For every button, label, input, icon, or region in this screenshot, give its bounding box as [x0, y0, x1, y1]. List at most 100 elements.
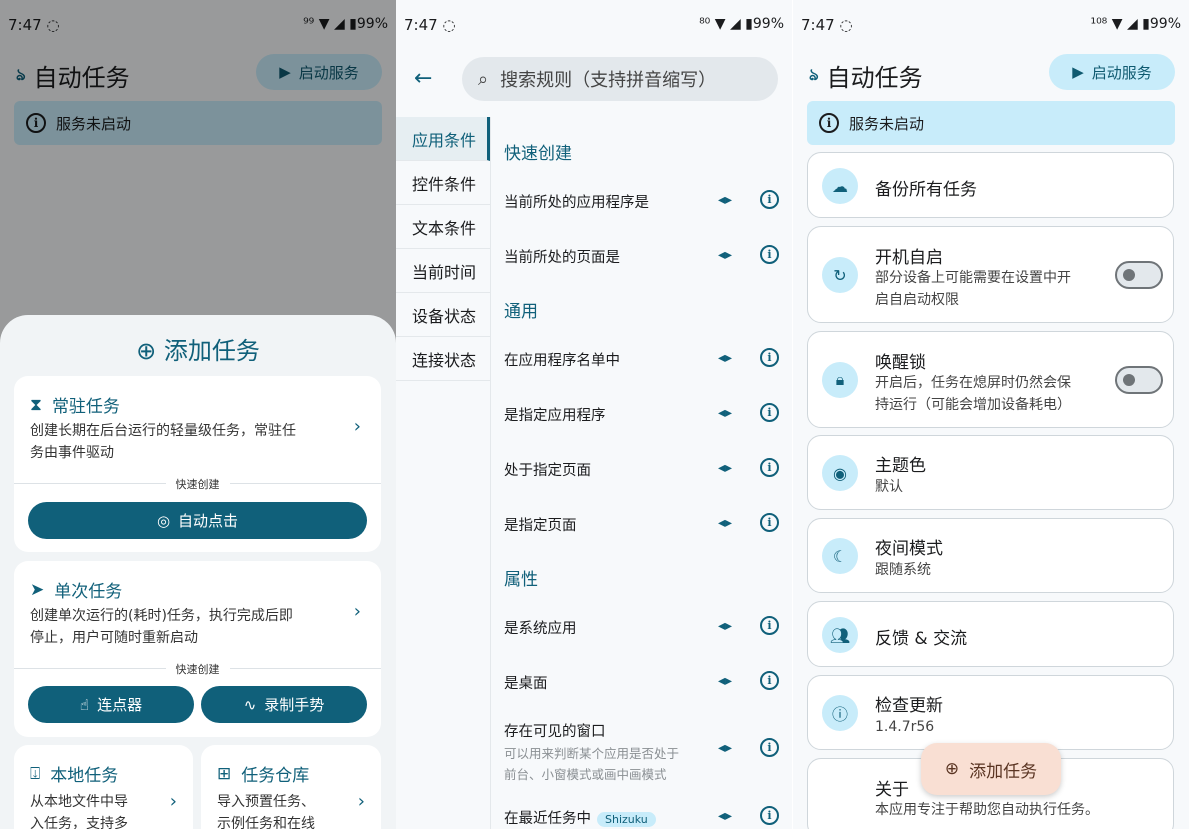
rule-on-specified-page[interactable]: 处于指定页面	[504, 459, 591, 480]
repo-desc-line2: 示例任务和在线	[217, 816, 315, 829]
task-repo-title: ⊞ 任务仓库	[217, 761, 309, 787]
category-current-time[interactable]: 当前时间	[396, 249, 490, 293]
repo-desc-line1: 导入预置任务、	[217, 794, 315, 810]
chevron-right-icon: ›	[357, 791, 365, 812]
search-rules-input[interactable]: ⌕ 搜索规则（支持拼音缩写）	[462, 57, 778, 101]
info-icon[interactable]: i	[760, 348, 779, 367]
local-task-card[interactable]: ⍗ 本地任务 从本地文件中导 入任务，支持多 ›	[14, 745, 193, 829]
status-indicators: ⁸⁰ ▼ ◢ ▮99%	[699, 16, 784, 32]
app-title: ঌ 自动任务	[809, 58, 923, 93]
rule-is-specified-app[interactable]: 是指定应用程序	[504, 404, 606, 425]
task-repo-desc: 导入预置任务、 示例任务和在线	[217, 791, 315, 829]
status-bar: 7:47 ◌ ⁸⁰ ▼ ◢ ▮99%	[396, 0, 792, 48]
add-task-fab[interactable]: ⊕ 添加任务	[921, 743, 1061, 795]
info-icon: ⓘ	[822, 695, 858, 731]
rule-current-page[interactable]: 当前所处的页面是	[504, 246, 620, 267]
rule-current-app[interactable]: 当前所处的应用程序是	[504, 191, 649, 212]
category-device-state[interactable]: 设备状态	[396, 293, 490, 337]
single-task-title: ➤ 单次任务	[30, 577, 122, 603]
resident-task-card[interactable]: ⧗ 常驻任务 创建长期在后台运行的轻量级任务，常驻任 务由事件驱动 › 快速创建…	[14, 376, 381, 552]
service-status-banner: i 服务未启动	[807, 101, 1175, 145]
start-service-label: 启动服务	[1091, 63, 1152, 82]
start-service-button[interactable]: ▶ 启动服务	[1049, 54, 1175, 90]
rule-in-recents[interactable]: 在最近任务中 Shizuku	[504, 807, 656, 828]
info-icon[interactable]: i	[760, 616, 779, 635]
info-icon[interactable]: i	[760, 513, 779, 532]
chevron-right-icon: ›	[353, 416, 361, 437]
backup-all-tasks-item[interactable]: ☁ 备份所有任务	[807, 152, 1174, 218]
rule-visible-window-sub2: 前台、小窗模式或画中画模式	[504, 767, 667, 782]
info-icon: i	[819, 113, 839, 133]
back-arrow-icon[interactable]: ←	[414, 66, 432, 91]
wakelock-sub-line1: 开启后，任务在熄屏时仍然会保	[875, 375, 1071, 391]
service-status-text: 服务未启动	[849, 114, 925, 133]
swap-icon[interactable]: ◂▸	[718, 515, 732, 531]
swap-icon[interactable]: ◂▸	[718, 405, 732, 421]
feedback-item[interactable]: 👥︎ 反馈 & 交流	[807, 601, 1174, 667]
autostart-item[interactable]: ↻ 开机自启 部分设备上可能需要在设置中开 启自启动权限	[807, 226, 1174, 323]
rule-in-app-list[interactable]: 在应用程序名单中	[504, 349, 620, 370]
rule-visible-window-title: 存在可见的窗口	[504, 724, 606, 740]
rule-is-launcher[interactable]: 是桌面	[504, 672, 548, 693]
category-widget-conditions[interactable]: 控件条件	[396, 161, 490, 205]
category-text-conditions[interactable]: 文本条件	[396, 205, 490, 249]
night-mode-title: 夜间模式	[875, 539, 943, 559]
palette-icon: ◉	[822, 455, 858, 491]
info-icon[interactable]: i	[760, 806, 779, 825]
wakelock-item[interactable]: 🔒︎ 唤醒锁 开启后，任务在熄屏时仍然会保 持运行（可能会增加设备耗电）	[807, 331, 1174, 428]
info-icon[interactable]: i	[760, 190, 779, 209]
swap-icon[interactable]: ◂▸	[718, 247, 732, 263]
auto-click-button[interactable]: ◎ 自动点击	[28, 502, 367, 539]
theme-title: 主题色	[875, 456, 926, 476]
category-connection-state[interactable]: 连接状态	[396, 337, 490, 381]
swap-icon[interactable]: ◂▸	[718, 192, 732, 208]
sheet-title: ⊕ 添加任务	[0, 331, 396, 366]
version-text: 1.4.7r56	[875, 719, 935, 735]
status-indicators: ¹⁰⁸ ▼ ◢ ▮99%	[1090, 16, 1181, 32]
swap-icon[interactable]: ◂▸	[718, 673, 732, 689]
status-bar: 7:47 ◌ ¹⁰⁸ ▼ ◢ ▮99%	[793, 0, 1189, 48]
add-circle-icon: ⊕	[136, 337, 157, 365]
info-icon[interactable]: i	[760, 738, 779, 757]
task-repo-card[interactable]: ⊞ 任务仓库 导入预置任务、 示例任务和在线 ›	[201, 745, 381, 829]
clicker-button[interactable]: ☝ 连点器	[28, 686, 194, 723]
rule-is-system-app[interactable]: 是系统应用	[504, 617, 577, 638]
resident-desc-line1: 创建长期在后台运行的轻量级任务，常驻任	[30, 423, 296, 439]
check-update-item[interactable]: ⓘ 检查更新 1.4.7r56	[807, 675, 1174, 750]
single-task-card[interactable]: ➤ 单次任务 创建单次运行的(耗时)任务，执行完成后即 停止，用户可随时重新启动…	[14, 561, 381, 737]
info-icon[interactable]: i	[760, 671, 779, 690]
resident-desc-line2: 务由事件驱动	[30, 445, 114, 461]
search-icon: ⌕	[478, 68, 489, 90]
swap-icon[interactable]: ◂▸	[718, 618, 732, 634]
wakelock-toggle[interactable]	[1115, 366, 1163, 394]
moon-icon: ☾	[822, 538, 858, 574]
info-icon[interactable]: i	[760, 403, 779, 422]
shizuku-badge: Shizuku	[597, 812, 656, 827]
toggle-knob	[1123, 269, 1135, 281]
info-icon[interactable]: i	[760, 245, 779, 264]
swap-icon[interactable]: ◂▸	[718, 740, 732, 756]
section-quick-create: 快速创建	[504, 144, 572, 164]
theme-color-item[interactable]: ◉ 主题色 默认	[807, 435, 1174, 510]
clicker-label: 连点器	[97, 696, 143, 714]
night-mode-subtitle: 跟随系统	[875, 562, 931, 578]
category-app-conditions[interactable]: 应用条件	[396, 117, 490, 161]
autostart-sub-line2: 启自启动权限	[875, 292, 959, 308]
swap-icon[interactable]: ◂▸	[718, 808, 732, 824]
local-task-title: ⍗ 本地任务	[30, 761, 118, 787]
swap-icon[interactable]: ◂▸	[718, 350, 732, 366]
resident-task-title-text: 常驻任务	[51, 397, 120, 417]
single-desc-line2: 停止，用户可随时重新启动	[30, 630, 198, 646]
quick-create-label: 快速创建	[14, 476, 381, 492]
night-mode-item[interactable]: ☾ 夜间模式 跟随系统	[807, 518, 1174, 593]
power-cycle-icon: ↻	[822, 257, 858, 293]
local-task-desc: 从本地文件中导 入任务，支持多	[30, 791, 128, 829]
single-desc-line1: 创建单次运行的(耗时)任务，执行完成后即	[30, 608, 293, 624]
rule-visible-window[interactable]: 存在可见的窗口 可以用来判断某个应用是否处于 前台、小窗模式或画中画模式	[504, 720, 679, 785]
record-gesture-button[interactable]: ∿ 录制手势	[201, 686, 367, 723]
autostart-toggle[interactable]	[1115, 261, 1163, 289]
swap-icon[interactable]: ◂▸	[718, 460, 732, 476]
send-icon: ➤	[30, 579, 45, 600]
info-icon[interactable]: i	[760, 458, 779, 477]
rule-is-specified-page[interactable]: 是指定页面	[504, 514, 577, 535]
